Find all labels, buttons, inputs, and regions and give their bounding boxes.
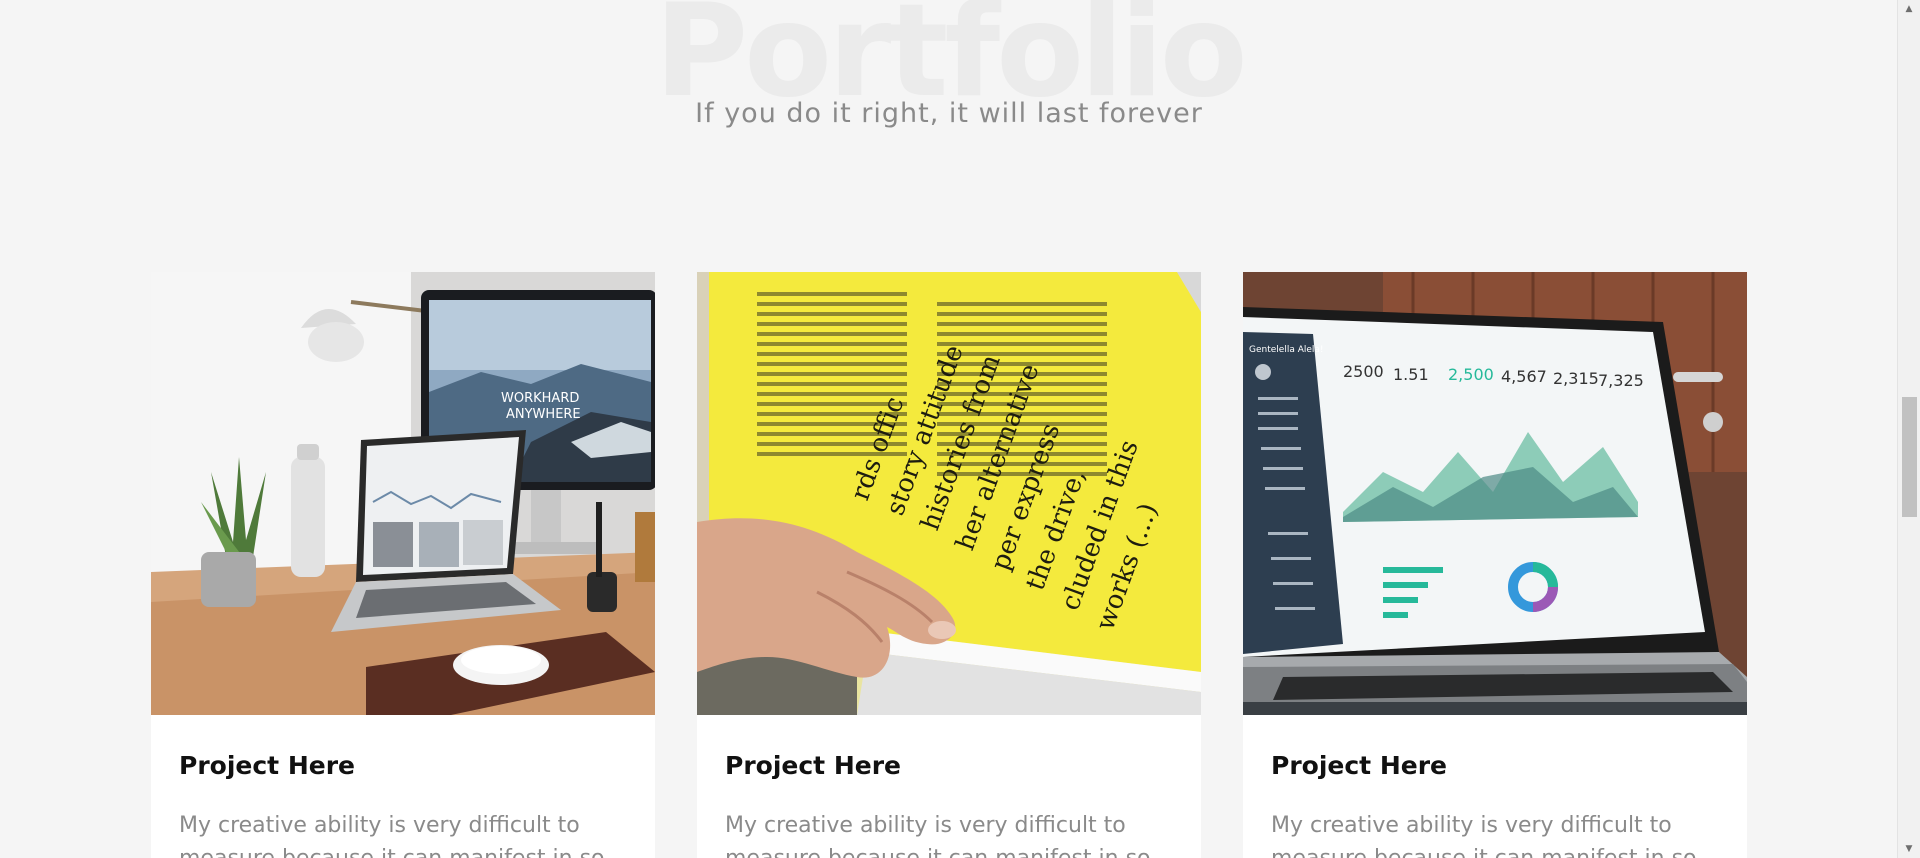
card-description: My creative ability is very difficult to… bbox=[179, 813, 605, 858]
portfolio-heading: Portfolio If you do it right, it will la… bbox=[0, 0, 1898, 160]
svg-text:2500: 2500 bbox=[1343, 362, 1384, 381]
portfolio-card: WORKHARD ANYWHERE Project Here My creati… bbox=[151, 272, 655, 858]
triangle-down-icon[interactable]: ▼ bbox=[1898, 840, 1920, 858]
monitor-wallpaper-text: WORKHARD bbox=[501, 391, 579, 406]
portfolio-card: Gentelella Alela! 2500 1.51 4,567 2,315 … bbox=[1243, 272, 1747, 858]
card-title[interactable]: Project Here bbox=[725, 715, 1173, 781]
vertical-scrollbar[interactable]: ▲ ▼ bbox=[1897, 0, 1920, 858]
svg-text:2,500: 2,500 bbox=[1448, 365, 1494, 384]
card-body: Project Here My creative ability is very… bbox=[697, 715, 1201, 858]
dashboard-brand-text: Gentelella Alela! bbox=[1249, 345, 1324, 355]
card-description: My creative ability is very difficult to… bbox=[1271, 813, 1697, 858]
triangle-up-icon[interactable]: ▲ bbox=[1898, 0, 1920, 18]
portfolio-card: histories from her alternative per expre… bbox=[697, 272, 1201, 858]
svg-text:7,325: 7,325 bbox=[1598, 371, 1644, 390]
section-subtitle: If you do it right, it will last forever bbox=[695, 98, 1203, 129]
yellow-magazine-photo[interactable]: histories from her alternative per expre… bbox=[697, 272, 1201, 715]
workspace-desk-photo[interactable]: WORKHARD ANYWHERE bbox=[151, 272, 655, 715]
svg-text:ANYWHERE: ANYWHERE bbox=[506, 407, 581, 422]
scrollbar-thumb[interactable] bbox=[1902, 397, 1917, 517]
svg-text:4,567: 4,567 bbox=[1501, 367, 1547, 386]
card-body: Project Here My creative ability is very… bbox=[1243, 715, 1747, 858]
page: Portfolio If you do it right, it will la… bbox=[0, 0, 1898, 858]
card-title[interactable]: Project Here bbox=[1271, 715, 1719, 781]
svg-text:2,315: 2,315 bbox=[1553, 369, 1599, 388]
card-body: Project Here My creative ability is very… bbox=[151, 715, 655, 858]
analytics-laptop-photo[interactable]: Gentelella Alela! 2500 1.51 4,567 2,315 … bbox=[1243, 272, 1747, 715]
card-title[interactable]: Project Here bbox=[179, 715, 627, 781]
portfolio-grid: WORKHARD ANYWHERE Project Here My creati… bbox=[151, 272, 1747, 858]
svg-text:1.51: 1.51 bbox=[1393, 365, 1429, 384]
card-description: My creative ability is very difficult to… bbox=[725, 813, 1151, 858]
